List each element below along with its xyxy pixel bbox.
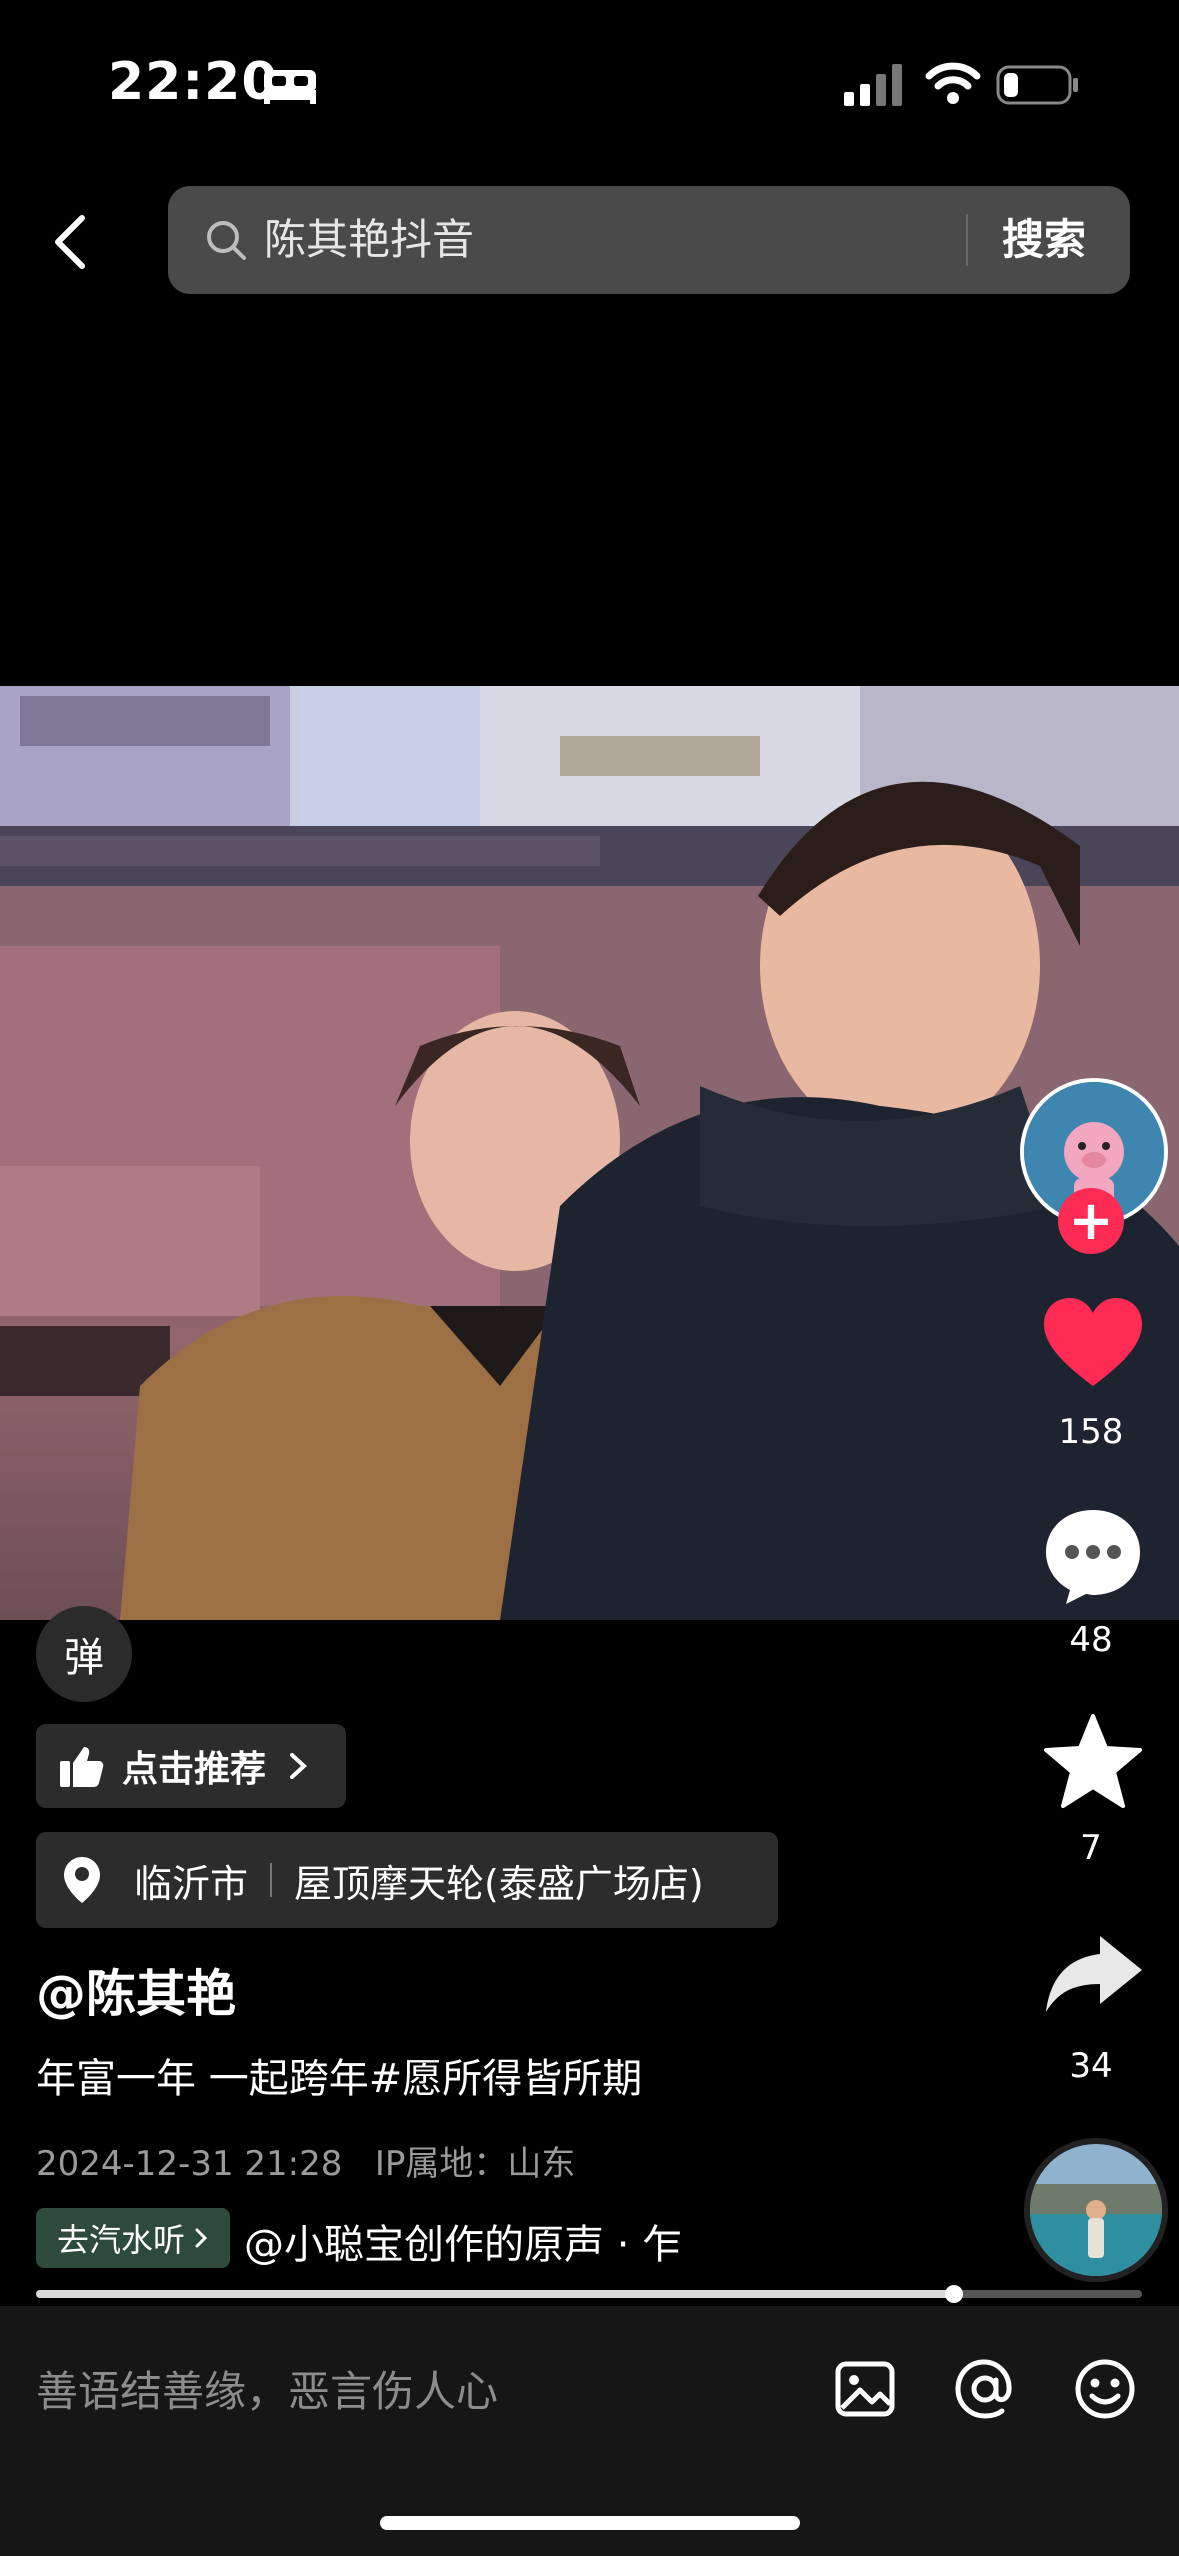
publish-timestamp: 2024-12-31 21:28: [36, 2144, 343, 2184]
search-input[interactable]: 陈其艳抖音: [264, 210, 474, 270]
video-progress-bar[interactable]: [36, 2285, 1142, 2303]
music-app-tag[interactable]: 去汽水听: [36, 2208, 230, 2268]
location-divider: [270, 1863, 273, 1897]
music-tag-label: 去汽水听: [56, 2221, 185, 2259]
location-pin-icon: [64, 1857, 100, 1903]
music-source-text[interactable]: @小聪宝创作的原声 · 乍: [244, 2212, 724, 2270]
favorite-star-icon[interactable]: [1038, 1708, 1148, 1818]
video-player[interactable]: [0, 686, 1179, 1620]
location-place: 屋顶摩天轮(泰盛广场店): [294, 1861, 704, 1906]
search-icon: [207, 221, 246, 260]
back-button[interactable]: [40, 200, 100, 280]
video-description: 年富一年 一起跨年#愿所得皆所期: [36, 2056, 643, 2102]
video-progress-fill: [36, 2290, 954, 2298]
like-heart-icon[interactable]: [1038, 1290, 1148, 1400]
video-progress-knob[interactable]: [944, 2285, 963, 2303]
signal-icon: [844, 64, 902, 106]
favorite-count: 7: [1080, 1828, 1102, 1868]
thumbs-up-icon: [60, 1747, 104, 1787]
location-chip[interactable]: 临沂市 屋顶摩天轮(泰盛广场店): [36, 1832, 778, 1928]
status-time: 22:20: [108, 52, 279, 112]
wifi-icon: [925, 62, 981, 104]
chevron-right-icon: [195, 2228, 208, 2248]
video-frame-image: [0, 686, 1179, 1620]
share-arrow-icon[interactable]: [1038, 1918, 1148, 2028]
ip-location: IP属地：山东: [374, 2144, 576, 2184]
music-disc[interactable]: [1024, 2138, 1168, 2282]
battery-icon: [996, 65, 1078, 105]
comment-bubble-icon[interactable]: [1038, 1500, 1148, 1610]
follow-button[interactable]: +: [1058, 1188, 1124, 1254]
search-divider: [966, 214, 968, 266]
recommend-label: 点击推荐: [122, 1749, 267, 1790]
like-count: 158: [1058, 1412, 1124, 1452]
mention-at-icon[interactable]: [952, 2356, 1018, 2422]
emoji-icon[interactable]: [1072, 2356, 1138, 2422]
comment-count: 48: [1069, 1620, 1113, 1660]
search-button[interactable]: 搜索: [1002, 210, 1086, 270]
danmu-toggle-button[interactable]: 弹: [36, 1606, 132, 1702]
recommend-button[interactable]: 点击推荐: [36, 1724, 346, 1808]
image-icon[interactable]: [832, 2356, 898, 2422]
chevron-right-icon: [290, 1753, 307, 1779]
comment-input[interactable]: 善语结善缘，恶言伤人心: [36, 2358, 498, 2419]
location-city: 临沂市: [134, 1861, 249, 1906]
share-count: 34: [1069, 2046, 1113, 2086]
bed-icon: [264, 70, 316, 104]
danmu-label: 弹: [64, 1635, 104, 1681]
author-name[interactable]: @陈其艳: [36, 1954, 236, 2026]
home-indicator: [380, 2516, 800, 2530]
video-meta: 2024-12-31 21:28 IP属地：山东: [36, 2136, 575, 2185]
search-bar[interactable]: 陈其艳抖音 搜索: [168, 186, 1130, 294]
music-cover-icon: [1030, 2144, 1162, 2276]
